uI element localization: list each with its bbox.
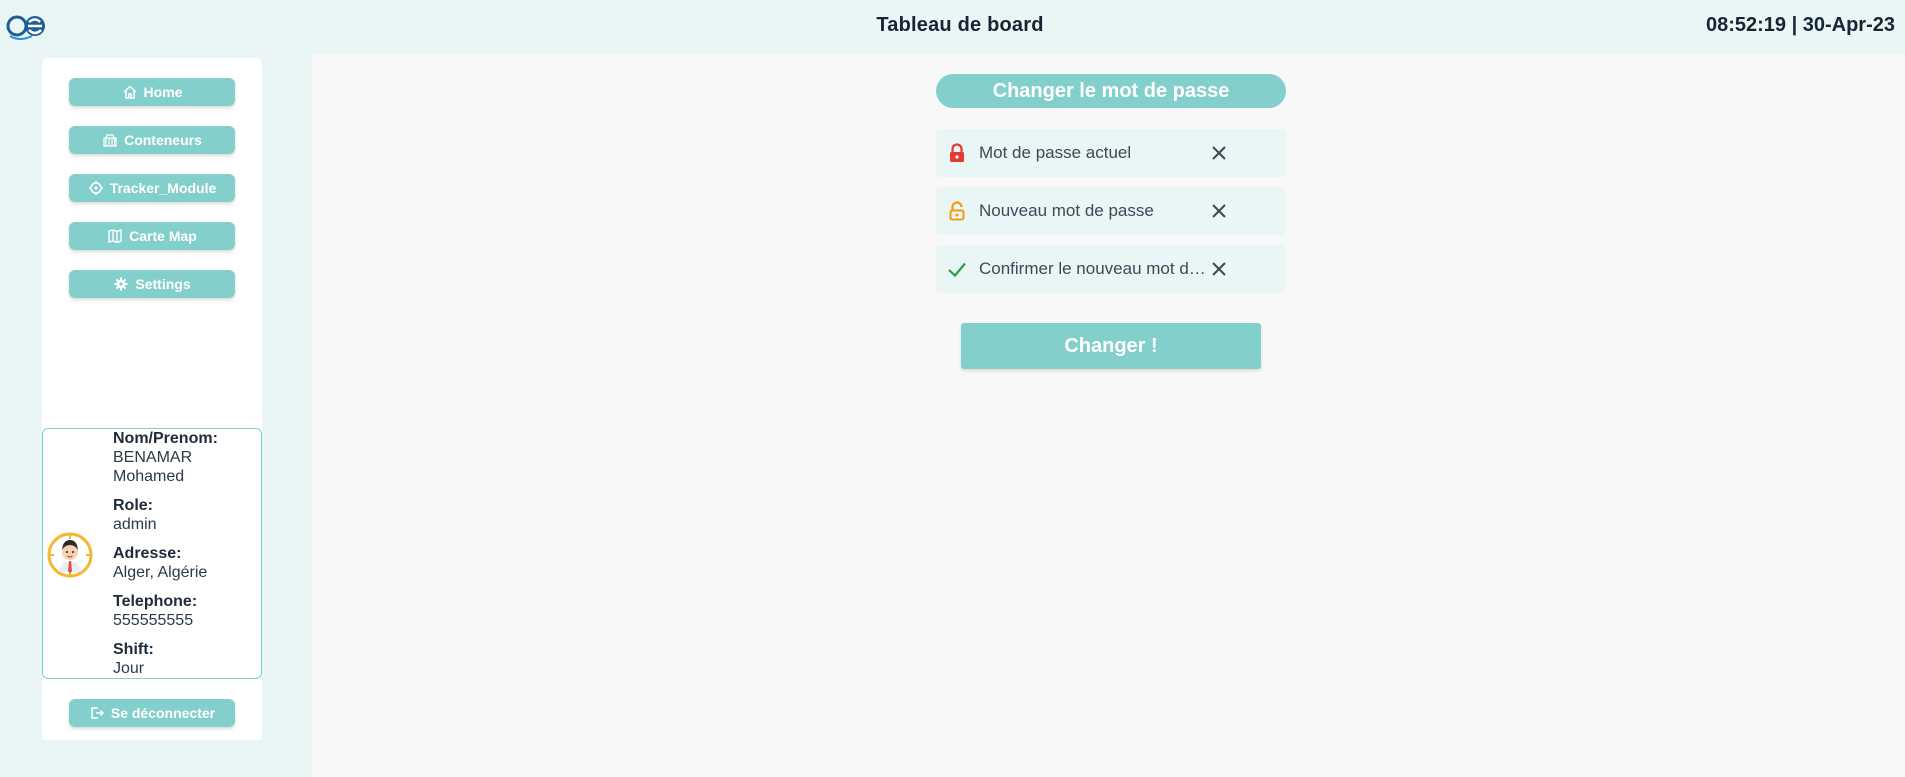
sidebar-item-conteneurs[interactable]: Conteneurs <box>69 126 235 154</box>
top-header: Tableau de board 08:52:19 | 30-Apr-23 <box>0 0 1905 53</box>
sidebar: Home Conteneurs Tracker_Module Carte Map… <box>42 58 262 740</box>
sidebar-item-label: Conteneurs <box>124 132 202 148</box>
shift-value: Jour <box>113 660 145 677</box>
sidebar-item-label: Tracker_Module <box>109 180 217 196</box>
home-icon <box>123 85 137 99</box>
new-password-placeholder: Nouveau mot de passe <box>979 201 1154 220</box>
form-title: Changer le mot de passe <box>936 74 1286 108</box>
profile-info: Nom/Prenom: BENAMAR Mohamed Role: admin … <box>113 429 261 688</box>
phone-label: Telephone: <box>113 593 198 610</box>
logout-icon <box>91 707 104 719</box>
sidebar-item-label: Settings <box>135 276 191 292</box>
address-value: Alger, Algérie <box>113 564 208 581</box>
address-label: Adresse: <box>113 545 182 562</box>
sidebar-item-home[interactable]: Home <box>69 78 235 106</box>
close-icon[interactable] <box>1209 201 1229 221</box>
name-label: Nom/Prenom: <box>113 430 218 447</box>
close-icon[interactable] <box>1209 143 1229 163</box>
current-password-field[interactable]: Mot de passe actuel <box>936 129 1286 177</box>
logout-button[interactable]: Se déconnecter <box>69 699 235 727</box>
clock-display: 08:52:19 | 30-Apr-23 <box>1705 14 1895 36</box>
submit-button[interactable]: Changer ! <box>961 323 1261 369</box>
phone-value: 555555555 <box>113 612 194 629</box>
close-icon[interactable] <box>1209 259 1229 279</box>
current-password-placeholder: Mot de passe actuel <box>979 143 1132 162</box>
tracker-icon <box>88 181 103 195</box>
sidebar-item-label: Home <box>143 84 183 100</box>
new-password-field[interactable]: Nouveau mot de passe <box>936 187 1286 235</box>
sidebar-item-settings[interactable]: Settings <box>69 270 235 298</box>
logout-label: Se déconnecter <box>110 705 216 721</box>
check-icon <box>948 262 966 278</box>
sidebar-item-label: Carte Map <box>129 228 197 244</box>
avatar <box>47 532 93 578</box>
lock-open-icon <box>949 201 965 221</box>
sidebar-item-tracker[interactable]: Tracker_Module <box>69 174 235 202</box>
confirm-password-field[interactable]: Confirmer le nouveau mot de passe <box>936 245 1286 293</box>
map-icon <box>108 228 122 244</box>
sidebar-item-map[interactable]: Carte Map <box>69 222 235 250</box>
confirm-password-placeholder: Confirmer le nouveau mot de passe <box>979 259 1209 278</box>
role-value: admin <box>113 516 157 533</box>
main-content: Changer le mot de passe Mot de passe act… <box>312 54 1905 777</box>
lock-icon <box>950 143 964 162</box>
shift-label: Shift: <box>113 641 154 658</box>
user-profile-card: Nom/Prenom: BENAMAR Mohamed Role: admin … <box>42 428 262 679</box>
container-icon <box>103 134 117 147</box>
name-value: BENAMAR Mohamed <box>113 449 193 485</box>
gear-icon <box>114 277 128 291</box>
role-label: Role: <box>113 497 153 514</box>
page-title: Tableau de board <box>876 14 1044 36</box>
